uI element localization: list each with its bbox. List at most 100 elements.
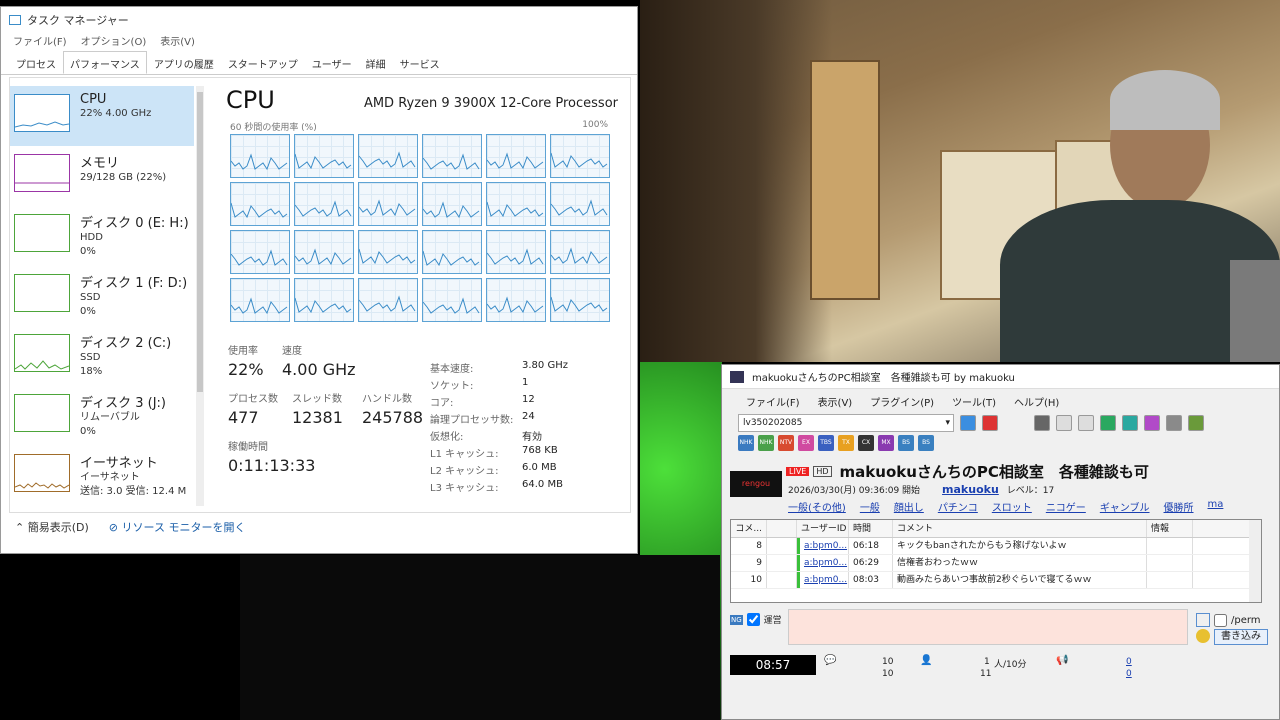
row-marker bbox=[767, 555, 797, 571]
speed-value: 4.00 GHz bbox=[282, 360, 356, 379]
cpu-core-graph bbox=[486, 182, 546, 226]
comment-input[interactable] bbox=[788, 609, 1188, 645]
tab-services[interactable]: サービス bbox=[393, 51, 447, 74]
tag-link[interactable]: 一般 bbox=[860, 499, 880, 514]
disconnect-icon[interactable] bbox=[982, 415, 998, 431]
menu-options[interactable]: オプション(O) bbox=[81, 33, 147, 49]
menu-file[interactable]: ファイル(F) bbox=[746, 394, 800, 409]
table-row[interactable]: 10 a:bpm0... 08:03 動画みたらあいつ事故前2秒ぐらいで寝てるｗｗ bbox=[731, 572, 1261, 589]
ad-count[interactable]: 0 bbox=[1126, 657, 1132, 667]
menu-file[interactable]: ファイル(F) bbox=[13, 33, 67, 49]
taskmgr-footer: ⌃ 簡易表示(D) ⊘ リソース モニターを開く bbox=[15, 519, 245, 535]
menu-tools[interactable]: ツール(T) bbox=[952, 394, 996, 409]
owner-link[interactable]: makuoku bbox=[942, 483, 999, 496]
tab-processes[interactable]: プロセス bbox=[9, 51, 63, 74]
gift-count[interactable]: 0 bbox=[1126, 669, 1132, 679]
resource-monitor-label: リソース モニターを開く bbox=[121, 521, 246, 534]
tab-startup[interactable]: スタートアップ bbox=[221, 51, 305, 74]
col-time[interactable]: 時間 bbox=[849, 520, 893, 537]
tag-link[interactable]: 優勝所 bbox=[1164, 499, 1194, 514]
gear-icon[interactable] bbox=[1188, 415, 1204, 431]
channel-bs2-icon[interactable]: BS bbox=[918, 435, 934, 451]
user-id[interactable]: a:bpm0... bbox=[797, 538, 849, 554]
user-id[interactable]: a:bpm0... bbox=[797, 555, 849, 571]
upload-icon[interactable] bbox=[1100, 415, 1116, 431]
channel-nhk2-icon[interactable]: NHK bbox=[758, 435, 774, 451]
sidebar-item-disk0[interactable]: ディスク 0 (E: H:) HDD 0% bbox=[10, 206, 194, 266]
tab-app-history[interactable]: アプリの履歴 bbox=[147, 51, 221, 74]
col-blank[interactable] bbox=[767, 520, 797, 537]
menu-view[interactable]: 表示(V) bbox=[818, 394, 853, 409]
menu-help[interactable]: ヘルプ(H) bbox=[1014, 394, 1059, 409]
sidebar-item-cpu[interactable]: CPU 22% 4.00 GHz bbox=[10, 86, 194, 146]
col-comment[interactable]: コメント bbox=[893, 520, 1147, 537]
cpu-core-graph bbox=[294, 230, 354, 274]
usage-label: 使用率 bbox=[228, 346, 258, 357]
spec-label: L2 キャッシュ: bbox=[430, 466, 499, 477]
table-row[interactable]: 9 a:bpm0... 06:29 信権者おわったｗｗ bbox=[731, 555, 1261, 572]
viewer-titlebar[interactable]: makuokuさんちのPC相談室 各種雑談も可 by makuoku bbox=[722, 365, 1279, 389]
table-row[interactable]: 8 a:bpm0... 06:18 キックもbanされたからもう稼げないよｗ bbox=[731, 538, 1261, 555]
col-userid[interactable]: ユーザーID bbox=[797, 520, 849, 537]
live-id-value: lv350202085 bbox=[743, 418, 803, 428]
unei-checkbox[interactable] bbox=[746, 613, 760, 626]
blank-icon-2[interactable] bbox=[1078, 415, 1094, 431]
tab-performance[interactable]: パフォーマンス bbox=[63, 51, 147, 74]
cpu-core-graph bbox=[486, 230, 546, 274]
menu-plugin[interactable]: プラグイン(P) bbox=[870, 394, 934, 409]
spec-value: 3.80 GHz bbox=[522, 360, 568, 371]
tab-details[interactable]: 詳細 bbox=[359, 51, 393, 74]
task-manager-window: タスク マネージャー ファイル(F) オプション(O) 表示(V) プロセス パ… bbox=[0, 6, 638, 554]
sidebar-item-disk3[interactable]: ディスク 3 (J:) リムーバブル 0% bbox=[10, 386, 194, 446]
tag-link[interactable]: ニコゲー bbox=[1046, 499, 1086, 514]
channel-ex-icon[interactable]: EX bbox=[798, 435, 814, 451]
menu-view[interactable]: 表示(V) bbox=[160, 33, 195, 49]
sidebar-item-memory[interactable]: メモリ 29/128 GB (22%) bbox=[10, 146, 194, 206]
chart-icon[interactable] bbox=[1166, 415, 1182, 431]
tag-link[interactable]: ma bbox=[1208, 499, 1224, 514]
spec-value: 1 bbox=[522, 377, 529, 388]
col-info[interactable]: 情報 bbox=[1147, 520, 1193, 537]
refresh-icon[interactable] bbox=[1034, 415, 1050, 431]
connect-icon[interactable] bbox=[960, 415, 976, 431]
sidebar-scrollbar[interactable] bbox=[196, 86, 204, 506]
channel-cx-icon[interactable]: CX bbox=[858, 435, 874, 451]
tag-link[interactable]: ギャンブル bbox=[1100, 499, 1150, 514]
tag-link[interactable]: 顔出し bbox=[894, 499, 924, 514]
comment-time: 08:03 bbox=[849, 572, 893, 588]
col-no[interactable]: コメ... bbox=[731, 520, 767, 537]
resource-monitor-link[interactable]: ⊘ リソース モニターを開く bbox=[109, 519, 246, 535]
search-icon[interactable] bbox=[1144, 415, 1160, 431]
channel-ntv-icon[interactable]: NTV bbox=[778, 435, 794, 451]
write-button[interactable]: 書き込み bbox=[1214, 629, 1268, 645]
tab-bar: プロセス パフォーマンス アプリの履歴 スタートアップ ユーザー 詳細 サービス bbox=[1, 51, 637, 75]
blank-icon[interactable] bbox=[1056, 415, 1072, 431]
webcam-feed bbox=[640, 0, 1280, 362]
channel-tx-icon[interactable]: TX bbox=[838, 435, 854, 451]
sidebar-item-disk1[interactable]: ディスク 1 (F: D:) SSD 0% bbox=[10, 266, 194, 326]
uptime-label: 稼働時間 bbox=[228, 442, 268, 453]
window-titlebar[interactable]: タスク マネージャー bbox=[1, 7, 637, 33]
resource-list: CPU 22% 4.00 GHz メモリ 29/128 GB (22%) ディスク … bbox=[10, 86, 194, 506]
tab-users[interactable]: ユーザー bbox=[305, 51, 359, 74]
lock-icon[interactable] bbox=[1122, 415, 1138, 431]
perm-checkbox[interactable] bbox=[1214, 613, 1227, 627]
channel-tbs-icon[interactable]: TBS bbox=[818, 435, 834, 451]
compact-view-button[interactable]: ⌃ 簡易表示(D) bbox=[15, 519, 89, 535]
sidebar-item-ethernet[interactable]: イーサネット イーサネット 送信: 3.0 受信: 12.4 M bbox=[10, 446, 194, 506]
smile-icon[interactable] bbox=[1196, 629, 1210, 643]
pen-icon[interactable] bbox=[1196, 613, 1210, 627]
user-id[interactable]: a:bpm0... bbox=[797, 572, 849, 588]
channel-mx-icon[interactable]: MX bbox=[878, 435, 894, 451]
sidebar-item-disk2[interactable]: ディスク 2 (C:) SSD 18% bbox=[10, 326, 194, 386]
tag-link[interactable]: パチンコ bbox=[938, 499, 978, 514]
channel-thumbnail[interactable]: rengou bbox=[730, 471, 782, 497]
tag-link[interactable]: 一般(その他) bbox=[788, 499, 846, 514]
channel-nhk-icon[interactable]: NHK bbox=[738, 435, 754, 451]
channel-bs1-icon[interactable]: BS bbox=[898, 435, 914, 451]
comment-scrollbar[interactable] bbox=[1249, 520, 1261, 602]
ng-icon[interactable]: NG bbox=[730, 614, 743, 625]
live-id-combo[interactable]: lv350202085 ▾ bbox=[738, 414, 954, 432]
tag-link[interactable]: スロット bbox=[992, 499, 1032, 514]
spec-label: 仮想化: bbox=[430, 432, 464, 443]
